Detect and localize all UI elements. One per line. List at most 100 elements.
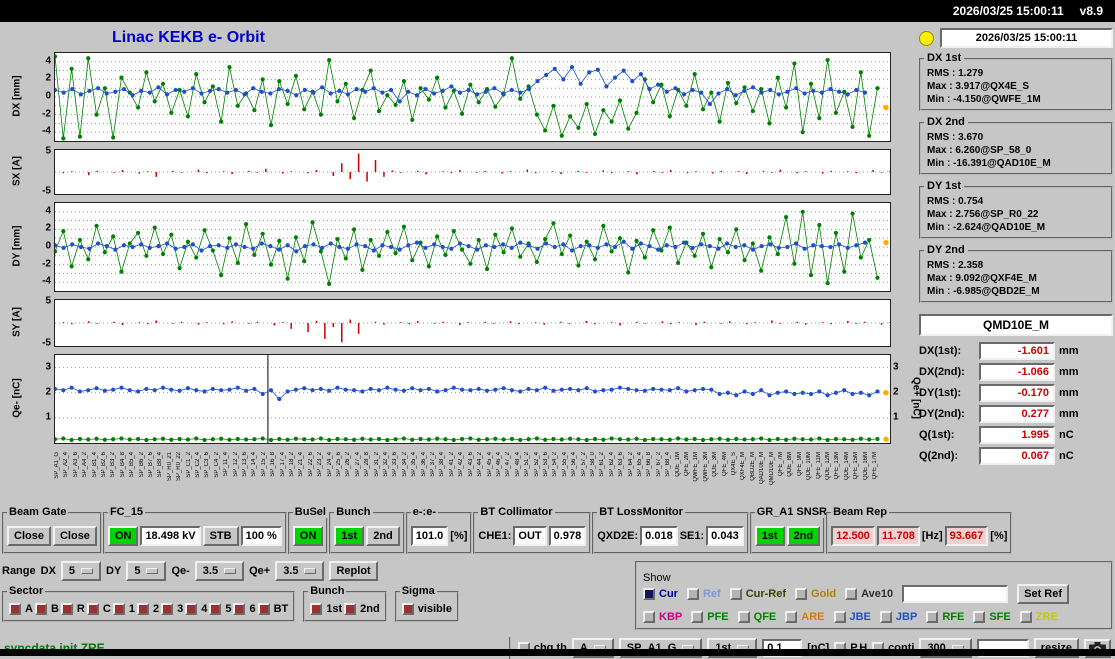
show-ave10-toggle[interactable]: Ave10 — [845, 588, 893, 600]
show-kbp-toggle[interactable]: KBP — [643, 611, 682, 623]
fc15-on-button[interactable]: ON — [107, 526, 139, 546]
beam-gate-panel: Beam Gate Close Close — [2, 506, 102, 554]
sector-2-label: 2 — [152, 603, 160, 615]
range-dy-select[interactable]: 5 — [126, 561, 167, 581]
sector-a-toggle[interactable]: A — [9, 603, 33, 615]
monitor-row-label: Q(2nd): — [919, 450, 959, 462]
sy-right-ticks — [891, 299, 909, 345]
sy-plot[interactable] — [54, 299, 891, 347]
status-indicator-icon — [919, 30, 934, 46]
sector-5-toggle[interactable]: 5 — [209, 603, 231, 615]
range-qem-select[interactable]: 3.5 — [194, 561, 245, 581]
show-rfe-toggle[interactable]: RFE — [926, 611, 964, 623]
range-dx-select[interactable]: 5 — [60, 561, 102, 581]
show-zre-toggle[interactable]: ZRE — [1019, 611, 1058, 623]
checkbox-icon[interactable] — [691, 611, 704, 623]
show-gold-toggle[interactable]: Gold — [795, 588, 836, 600]
show-cur-ref-toggle[interactable]: Cur-Ref — [729, 588, 786, 600]
sector-6-toggle[interactable]: 6 — [233, 603, 256, 615]
show-are-toggle[interactable]: ARE — [785, 611, 825, 623]
sector-b-toggle[interactable]: B — [34, 603, 59, 615]
checkbox-icon[interactable] — [795, 588, 808, 600]
checkbox-icon[interactable] — [257, 603, 270, 615]
checkbox-icon[interactable] — [686, 588, 699, 600]
replot-button[interactable]: Replot — [329, 561, 378, 581]
show-qfe-toggle[interactable]: QFE — [737, 611, 776, 623]
show-jbp-label: JBP — [895, 611, 918, 623]
range-label: Range — [2, 565, 36, 577]
checkbox-icon[interactable] — [60, 603, 73, 615]
show-cur-label: Cur — [659, 588, 678, 600]
show-cur-toggle[interactable]: Cur — [643, 588, 678, 600]
checkbox-icon[interactable] — [879, 611, 892, 623]
set-ref-button[interactable]: Set Ref — [1017, 584, 1070, 604]
checkbox-icon[interactable] — [785, 611, 798, 623]
dx-plot[interactable] — [52, 52, 891, 142]
stat-rms: RMS : 2.358 — [927, 260, 984, 271]
show-pfe-toggle[interactable]: PFE — [691, 611, 729, 623]
beam-gate-title: Beam Gate — [7, 506, 69, 518]
beam-gate-close-button-2[interactable]: Close — [52, 526, 97, 546]
title-bar: 2026/03/25 15:00:11 v8.9 — [0, 0, 1115, 22]
checkbox-icon[interactable] — [209, 603, 222, 615]
sx-plot[interactable] — [54, 149, 891, 195]
ref-file-input[interactable] — [902, 585, 1009, 603]
checkbox-icon[interactable] — [112, 603, 125, 615]
sector-4-toggle[interactable]: 4 — [185, 603, 207, 615]
dx-2nd-stats: DX 2nd RMS : 3.670 Max : 6.260@SP_58_0 M… — [919, 116, 1113, 175]
bunch-2nd-toggle[interactable]: 2nd — [344, 603, 380, 615]
gr-snsr-panel: GR_A1 SNSR 1st 2nd — [749, 506, 829, 554]
checkbox-icon[interactable] — [926, 611, 939, 623]
checkbox-icon[interactable] — [1019, 611, 1032, 623]
sector-2-toggle[interactable]: 2 — [136, 603, 160, 615]
qe-plot[interactable] — [52, 354, 891, 444]
checkbox-icon[interactable] — [344, 603, 357, 615]
show-ref-toggle[interactable]: Ref — [686, 588, 721, 600]
checkbox-icon[interactable] — [233, 603, 246, 615]
bunch-1st-toggle[interactable]: 1st — [310, 603, 342, 615]
sigma-visible-toggle[interactable]: visible — [401, 603, 452, 615]
ee-ratio-title: e-:e- — [410, 506, 438, 518]
bunch-panel: Bunch 1st 2nd — [329, 506, 405, 554]
show-jbp-toggle[interactable]: JBP — [879, 611, 918, 623]
dy-plot[interactable] — [52, 202, 891, 292]
checkbox-icon[interactable] — [833, 611, 846, 623]
gr-snsr-1st-button[interactable]: 1st — [754, 526, 785, 546]
beam-gate-close-button-1[interactable]: Close — [7, 526, 51, 546]
checkbox-icon[interactable] — [86, 603, 99, 615]
topbar-version: v8.9 — [1079, 4, 1103, 18]
sector-bt-toggle[interactable]: BT — [257, 603, 288, 615]
dy-right-ticks — [891, 202, 909, 290]
checkbox-icon[interactable] — [973, 611, 986, 623]
monitor-row: DX(1st): -1.601 mm — [919, 342, 1113, 360]
checkbox-icon[interactable] — [729, 588, 742, 600]
busel-on-button[interactable]: ON — [292, 526, 324, 546]
option-menu-icon — [224, 568, 237, 574]
checkbox-icon[interactable] — [9, 603, 21, 615]
fc15-stb-button[interactable]: STB — [202, 526, 239, 546]
gr-snsr-2nd-button[interactable]: 2nd — [786, 526, 821, 546]
range-qep-select[interactable]: 3.5 — [275, 561, 325, 581]
checkbox-icon[interactable] — [310, 603, 323, 615]
checkbox-icon[interactable] — [845, 588, 858, 600]
checkbox-icon[interactable] — [643, 611, 655, 623]
show-kbp-label: KBP — [659, 611, 683, 623]
checkbox-icon[interactable] — [643, 588, 655, 600]
monitor-row-unit: mm — [1059, 366, 1079, 378]
bunch-1st-button[interactable]: 1st — [334, 526, 365, 546]
bunch-2nd-button[interactable]: 2nd — [366, 526, 400, 546]
checkbox-icon[interactable] — [401, 603, 414, 615]
sector-r-toggle[interactable]: R — [60, 603, 85, 615]
dx-right-ticks — [891, 52, 909, 140]
checkbox-icon[interactable] — [136, 603, 149, 615]
checkbox-icon[interactable] — [34, 603, 47, 615]
checkbox-icon[interactable] — [737, 611, 750, 623]
show-sfe-toggle[interactable]: SFE — [973, 611, 1011, 623]
sector-1-toggle[interactable]: 1 — [112, 603, 135, 615]
checkbox-icon[interactable] — [161, 603, 174, 615]
beam-rep-panel: Beam Rep 12.500 11.708 [Hz] 93.667 [%] — [826, 506, 1013, 554]
checkbox-icon[interactable] — [185, 603, 198, 615]
show-jbe-toggle[interactable]: JBE — [833, 611, 871, 623]
sector-3-toggle[interactable]: 3 — [161, 603, 183, 615]
sector-c-toggle[interactable]: C — [86, 603, 111, 615]
